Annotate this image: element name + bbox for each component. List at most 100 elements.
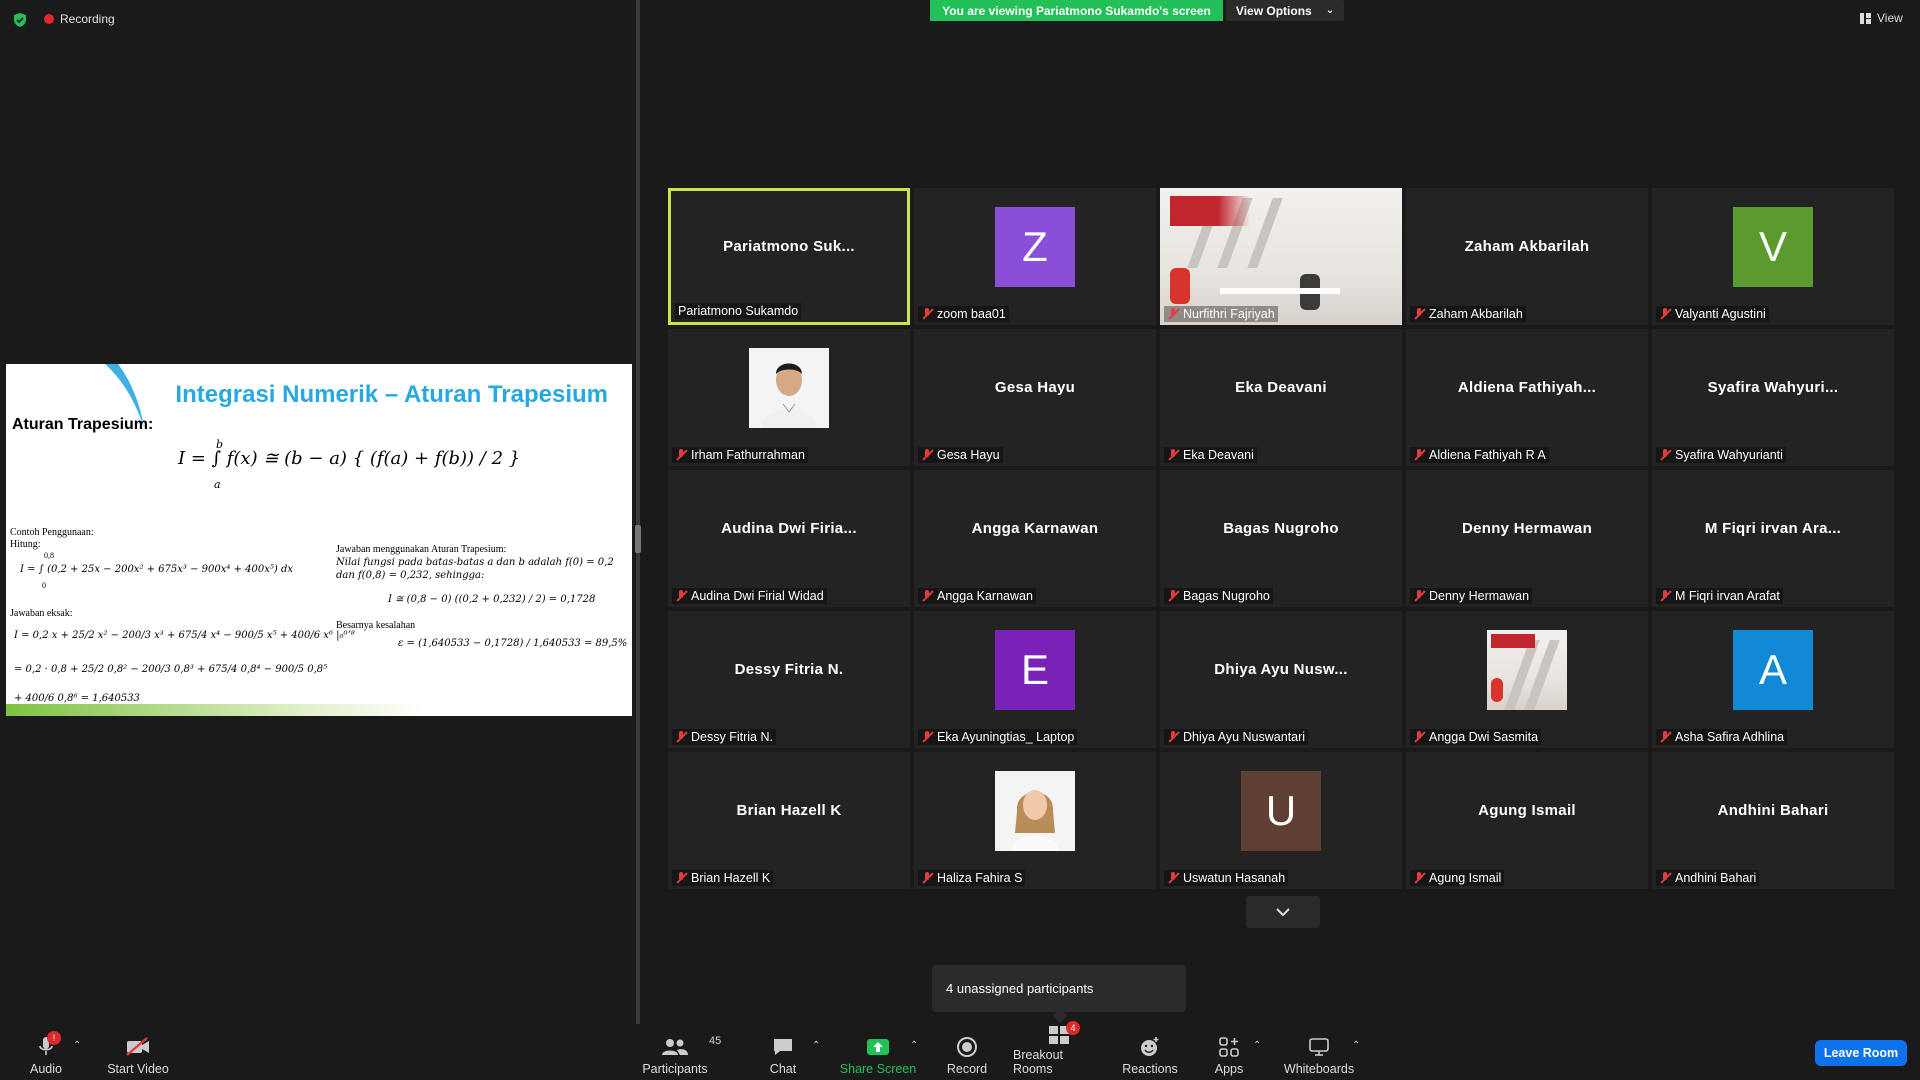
participant-name-label: Dhiya Ayu Nuswantari	[1164, 729, 1309, 745]
chevron-down-icon: ⌄	[1325, 5, 1335, 16]
trapezoid-formula: I ≅ (0,8 − 0) ((0,2 + 0,232) / 2) = 0,17…	[388, 594, 596, 605]
participant-name-label: Syafira Wahyurianti	[1656, 447, 1786, 463]
whiteboards-button[interactable]: Whiteboards	[1282, 1032, 1356, 1076]
participant-name: Bagas Nugroho	[1183, 589, 1270, 603]
recording-indicator[interactable]: Recording	[44, 12, 115, 26]
breakout-rooms-button[interactable]: 4 Breakout Rooms	[1013, 1021, 1105, 1076]
exact-line-2: = 0,2 · 0,8 + 25/2 0,8² − 200/3 0,8³ + 6…	[14, 664, 328, 675]
audio-warning-badge: !	[47, 1031, 61, 1045]
record-button[interactable]: Record	[942, 1032, 992, 1076]
participant-tile[interactable]: Agung Ismail Agung Ismail	[1406, 752, 1648, 889]
participant-tile[interactable]: Zaham Akbarilah Zaham Akbarilah	[1406, 188, 1648, 325]
participant-name: Audina Dwi Firial Widad	[691, 589, 824, 603]
participant-name-label: Audina Dwi Firial Widad	[672, 588, 827, 604]
participant-tile[interactable]: Bagas Nugroho Bagas Nugroho	[1160, 470, 1402, 607]
viewing-screen-banner: You are viewing Pariatmono Sukamdo's scr…	[930, 0, 1223, 21]
security-shield-icon[interactable]	[12, 12, 28, 28]
participant-name-label: Zaham Akbarilah	[1410, 306, 1526, 322]
participant-tile[interactable]: Syafira Wahyuri... Syafira Wahyurianti	[1652, 329, 1894, 466]
participant-tile[interactable]: Angga Karnawan Angga Karnawan	[914, 470, 1156, 607]
participant-tile[interactable]: Denny Hermawan Denny Hermawan	[1406, 470, 1648, 607]
record-label: Record	[946, 1062, 988, 1076]
participant-name-label: Andhini Bahari	[1656, 870, 1760, 886]
leave-room-button[interactable]: Leave Room	[1815, 1040, 1907, 1066]
participant-tile[interactable]: Brian Hazell K Brian Hazell K	[668, 752, 910, 889]
view-button[interactable]: View	[1860, 11, 1903, 25]
participant-tile[interactable]: Irham Fathurrahman	[668, 329, 910, 466]
chat-button[interactable]: Chat	[763, 1032, 803, 1076]
participant-tile-content: Eka Deavani	[1160, 329, 1402, 446]
participant-tile[interactable]: Dessy Fitria N. Dessy Fitria N.	[668, 611, 910, 748]
participant-tile[interactable]: U Uswatun Hasanah	[1160, 752, 1402, 889]
participant-tile-content: Audina Dwi Firia...	[668, 470, 910, 587]
participant-tile[interactable]: Gesa Hayu Gesa Hayu	[914, 329, 1156, 466]
participant-tile[interactable]: Audina Dwi Firia... Audina Dwi Firial Wid…	[668, 470, 910, 607]
integral-expression: I = ∫ (0,2 + 25x − 200x² + 675x³ − 900x⁴…	[20, 564, 293, 575]
participant-name: Asha Safira Adhlina	[1675, 730, 1785, 744]
participant-name-label: Asha Safira Adhlina	[1656, 729, 1788, 745]
view-options-button[interactable]: View Options ⌄	[1226, 0, 1344, 21]
participant-tile[interactable]: Aldiena Fathiyah... Aldiena Fathiyah R A	[1406, 329, 1648, 466]
muted-microphone-icon	[1659, 872, 1671, 884]
audio-button[interactable]: ! Audio	[26, 1031, 66, 1076]
panel-splitter[interactable]	[636, 0, 640, 1024]
start-video-button[interactable]: Start Video	[104, 1032, 172, 1076]
participant-tile[interactable]: Zzoom baa01	[914, 188, 1156, 325]
participant-tile[interactable]: Eka Deavani Eka Deavani	[1160, 329, 1402, 466]
slide-title: Integrasi Numerik – Aturan Trapesium	[175, 381, 608, 408]
muted-microphone-icon	[1413, 449, 1425, 461]
muted-microphone-icon	[1659, 731, 1671, 743]
avatar-initial: U	[1241, 770, 1321, 851]
participant-tile[interactable]: Dhiya Ayu Nusw... Dhiya Ayu Nuswantari	[1160, 611, 1402, 748]
participants-label: Participants	[642, 1062, 708, 1076]
participant-display-name: Gesa Hayu	[994, 379, 1076, 396]
reactions-icon	[1141, 1037, 1159, 1056]
next-page-button[interactable]	[1246, 896, 1320, 928]
whiteboard-icon	[1309, 1038, 1329, 1056]
participant-tile[interactable]: E Eka Ayuningtias_ Laptop	[914, 611, 1156, 748]
muted-microphone-icon	[1413, 872, 1425, 884]
trapezoid-line-1: Nilai fungsi pada batas-batas a dan b ad…	[336, 557, 614, 568]
participant-name-label: Gesa Hayu	[918, 447, 1003, 463]
participant-name-label: Valyanti Agustini	[1656, 306, 1769, 322]
apps-options-caret[interactable]: ⌃	[1253, 1040, 1261, 1051]
participant-tile[interactable]: Haliza Fahira S	[914, 752, 1156, 889]
participant-name-label: Irham Fathurrahman	[672, 447, 808, 463]
participant-tile[interactable]: M Fiqri irvan Ara... M Fiqri irvan Arafat	[1652, 470, 1894, 607]
avatar-photo	[749, 347, 829, 428]
chat-icon	[774, 1039, 792, 1055]
whiteboards-options-caret[interactable]: ⌃	[1352, 1040, 1360, 1051]
participant-tile[interactable]: Angga Dwi Sasmita	[1406, 611, 1648, 748]
participant-tile[interactable]: Pariatmono Suk... Pariatmono Sukamdo	[668, 188, 910, 325]
participant-tile-content	[668, 329, 910, 446]
share-options-caret[interactable]: ⌃	[910, 1040, 918, 1051]
audio-options-caret[interactable]: ⌃	[73, 1040, 81, 1051]
share-screen-button[interactable]: Share Screen	[838, 1032, 918, 1076]
participant-tile[interactable]: V Valyanti Agustini	[1652, 188, 1894, 325]
participant-tile-content: Bagas Nugroho	[1160, 470, 1402, 587]
participant-name: Denny Hermawan	[1429, 589, 1530, 603]
participant-tile[interactable]: Nurfithri Fajriyah	[1160, 188, 1402, 325]
participant-name-label: M Fiqri irvan Arafat	[1656, 588, 1783, 604]
participant-name-label: Eka Deavani	[1164, 447, 1257, 463]
participant-name: Zaham Akbarilah	[1429, 307, 1523, 321]
participant-name: Pariatmono Sukamdo	[678, 304, 799, 318]
participant-name-label: Agung Ismail	[1410, 870, 1505, 886]
chat-options-caret[interactable]: ⌃	[812, 1040, 820, 1051]
avatar-photo	[995, 770, 1075, 851]
apps-button[interactable]: Apps	[1209, 1032, 1249, 1076]
participant-name: zoom baa01	[937, 307, 1006, 321]
participants-button[interactable]: 45 Participants	[640, 1032, 721, 1076]
participant-name: Haliza Fahira S	[937, 871, 1023, 885]
participant-tile[interactable]: A Asha Safira Adhlina	[1652, 611, 1894, 748]
avatar-initial: E	[995, 629, 1075, 710]
splitter-handle[interactable]	[635, 525, 641, 553]
participant-name-label: Pariatmono Sukamdo	[675, 303, 802, 319]
reactions-button[interactable]: Reactions	[1120, 1032, 1180, 1076]
participant-display-name: Pariatmono Suk...	[723, 238, 855, 255]
grid-view-icon	[1860, 12, 1871, 24]
exact-line-1: I = 0,2 x + 25/2 x² − 200/3 x³ + 675/4 x…	[14, 630, 355, 641]
muted-microphone-icon	[1659, 449, 1671, 461]
participant-tile[interactable]: Andhini Bahari Andhini Bahari	[1652, 752, 1894, 889]
participant-display-name: Bagas Nugroho	[1223, 520, 1339, 537]
